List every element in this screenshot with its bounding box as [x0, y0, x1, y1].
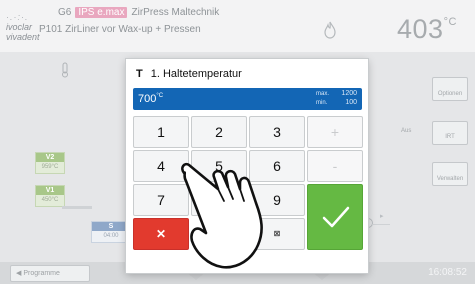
step-v2-chip[interactable]: V2 959°C — [35, 152, 65, 174]
flame-icon — [324, 21, 336, 39]
thermometer-icon — [62, 62, 68, 78]
key-3[interactable]: 3 — [249, 116, 305, 148]
irt-label: IRT — [445, 134, 455, 140]
programs-button[interactable]: ◀ Programme — [10, 265, 90, 282]
program-number: P101 — [39, 24, 63, 35]
minus-key[interactable]: - — [307, 150, 363, 182]
program-title: ZirPress Maltechnik — [131, 7, 220, 18]
current-value-number: 700 — [138, 93, 157, 105]
plus-key[interactable]: + — [307, 116, 363, 148]
clock-time: 16:08:52 — [428, 267, 467, 278]
min-label: min. — [316, 100, 328, 106]
pointing-hand-icon — [181, 162, 263, 269]
min-value: 100 — [345, 99, 357, 106]
logo-dots: ·.·:·. — [6, 12, 29, 22]
step-v1-tag: V1 — [36, 186, 64, 195]
manage-button[interactable]: Verwalten — [432, 162, 468, 186]
irt-status-label: Aus — [401, 128, 412, 134]
program-subtitle-line: P101 ZirLiner vor Wax-up + Pressen — [39, 24, 201, 35]
key-2[interactable]: 2 — [191, 116, 247, 148]
step-s-chip[interactable]: S 04:00 — [91, 221, 131, 243]
step-v2-value: 959°C — [41, 164, 59, 170]
logo-text-line2: vivadent — [6, 32, 40, 42]
checkmark-icon — [322, 206, 350, 228]
current-value-unit: °C — [156, 93, 164, 99]
confirm-button[interactable] — [307, 184, 363, 250]
options-label: Optionen — [437, 91, 463, 97]
value-input-field[interactable]: 700°C max. min. 1200 100 — [133, 88, 362, 110]
firing-curve-segment-right — [372, 224, 390, 225]
dialog-title-text: 1. Haltetemperatur — [150, 68, 242, 80]
program-name-line: G6 IPS e.max ZirPress Maltechnik — [58, 7, 219, 18]
logo-text-line1: ivoclar — [6, 22, 33, 32]
furnace-temperature: 403°C — [397, 14, 457, 45]
key-1[interactable]: 1 — [133, 116, 189, 148]
furnace-screen: ·.·:·. ivoclar vivadent G6 IPS e.max ZirPr… — [0, 0, 475, 284]
options-button[interactable]: Optionen — [432, 77, 468, 101]
furnace-temp-value: 403 — [397, 14, 444, 44]
step-s-value: 04:00 — [103, 233, 119, 239]
step-v1-chip[interactable]: V1 450°C — [35, 185, 65, 207]
header-bar: ·.·:·. ivoclar vivadent G6 IPS e.max ZirPr… — [0, 0, 475, 52]
max-label: max. — [316, 91, 330, 97]
current-value: 700°C — [138, 93, 163, 105]
program-group: G6 — [58, 7, 72, 18]
dialog-title: T 1. Haltetemperatur — [136, 68, 242, 80]
irt-button[interactable]: IRT — [432, 121, 468, 145]
vacuum-arrow-icon: ▸ — [380, 213, 384, 220]
temperature-symbol: T — [136, 68, 143, 80]
nav-arrow-icon[interactable] — [312, 272, 332, 280]
program-subtitle: ZirLiner vor Wax-up + Pressen — [65, 24, 201, 35]
firing-curve-segment — [62, 206, 92, 209]
step-v1-value: 450°C — [41, 197, 59, 203]
programs-label: ◀ Programme — [16, 270, 60, 277]
manage-label: Verwalten — [436, 176, 464, 182]
max-value: 1200 — [341, 90, 357, 97]
ivoclar-logo: ·.·:·. ivoclar vivadent — [6, 12, 40, 42]
furnace-temp-unit: °C — [443, 16, 457, 28]
step-v2-tag: V2 — [36, 153, 64, 162]
brand-badge: IPS e.max — [75, 7, 128, 18]
step-s-tag: S — [92, 222, 130, 231]
